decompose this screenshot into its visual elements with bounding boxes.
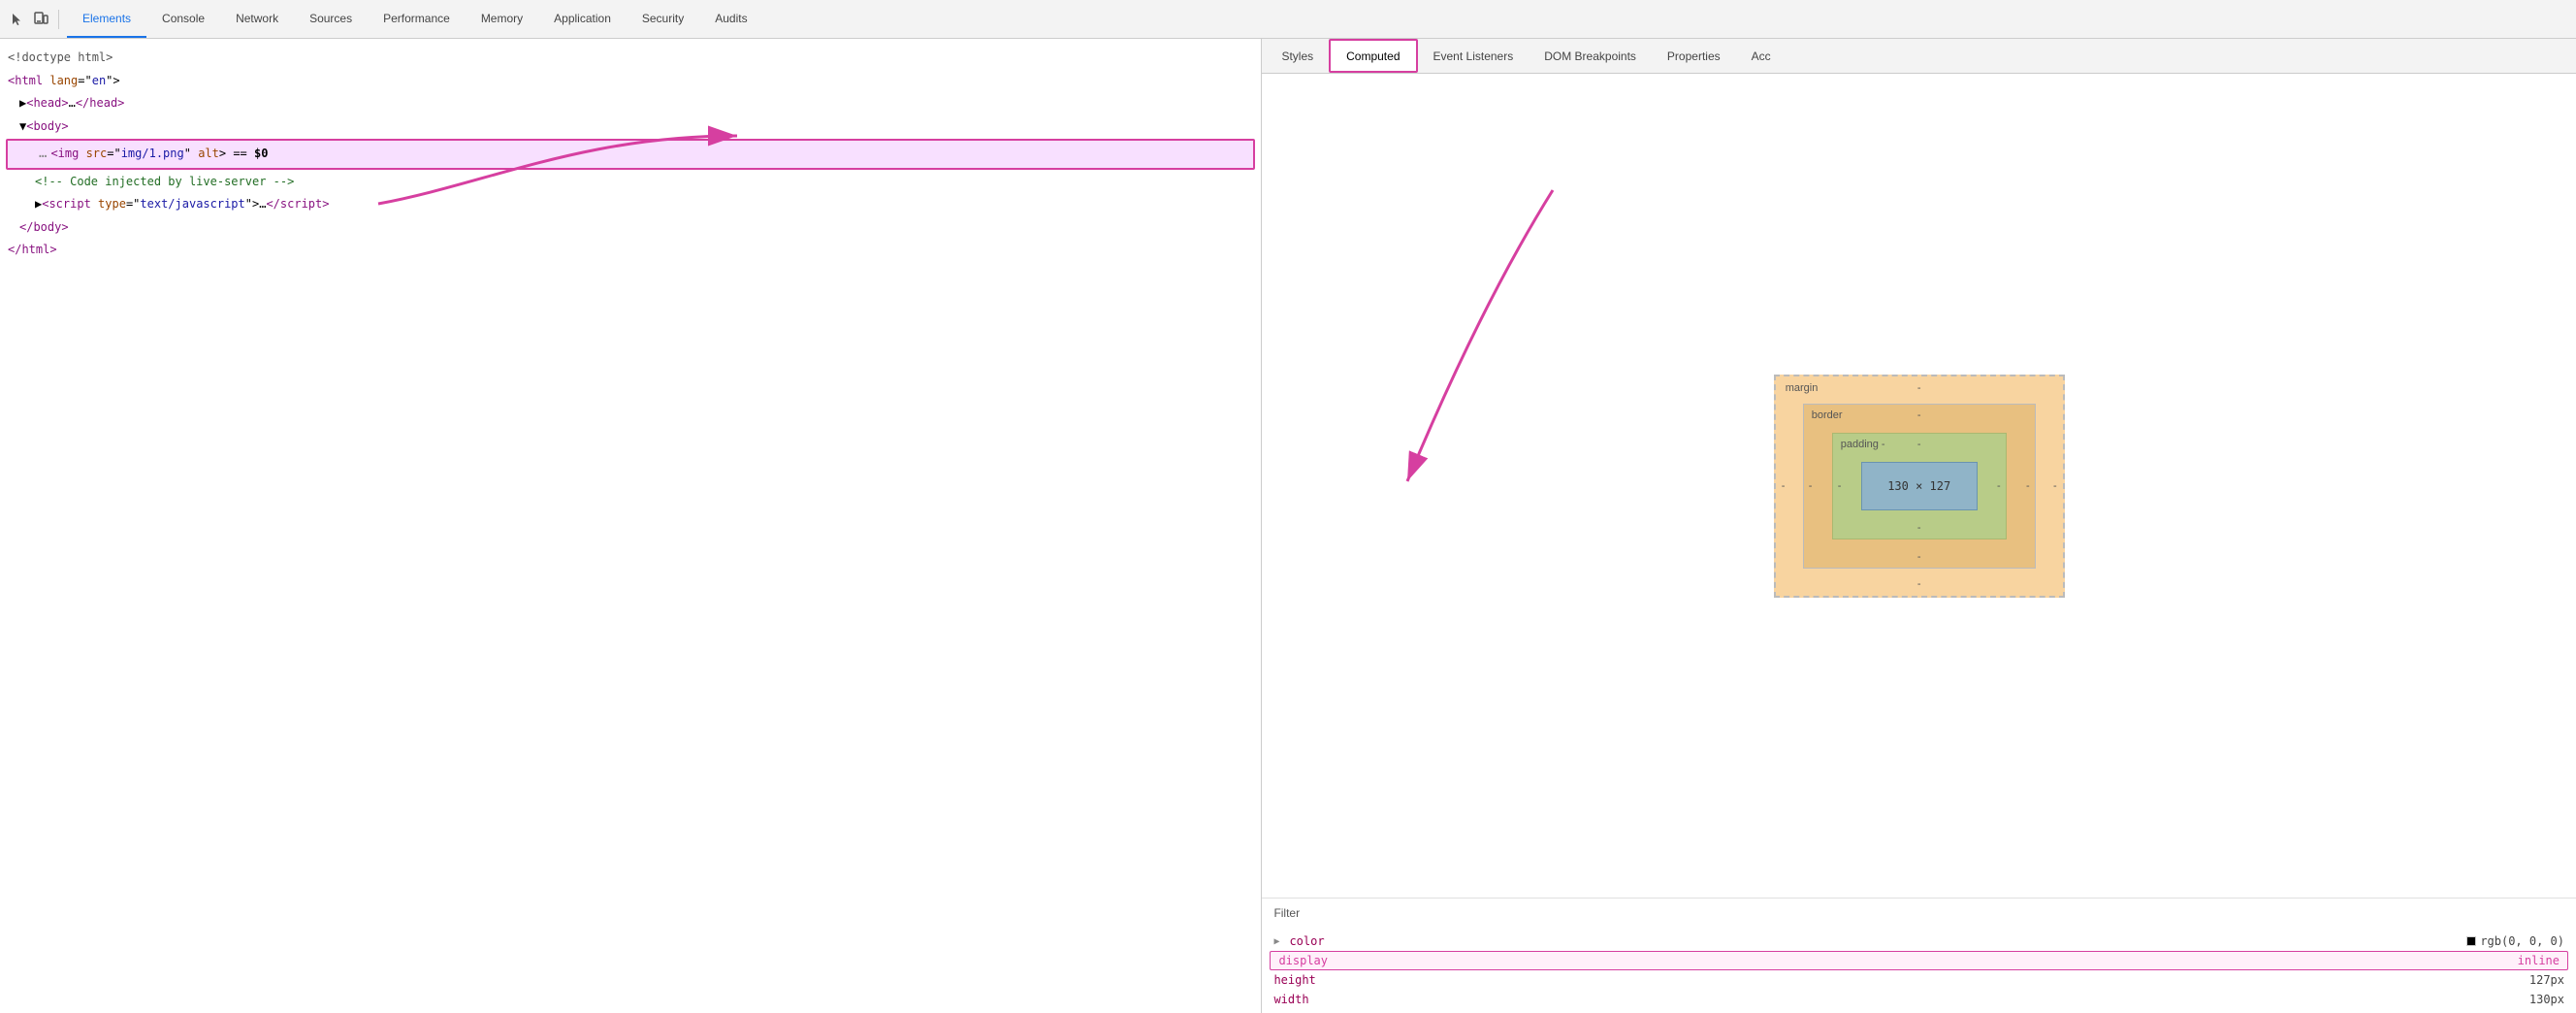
- border-label: border: [1812, 409, 1843, 421]
- prop-name-height: height: [1273, 973, 1901, 987]
- content-box: 130 × 127: [1861, 462, 1978, 510]
- padding-bottom-value: -: [1917, 522, 1921, 534]
- elements-panel: <!doctype html> <html lang="en"> ▶ <head…: [0, 39, 1262, 1013]
- tab-console[interactable]: Console: [146, 0, 220, 38]
- margin-top-value: -: [1917, 382, 1921, 394]
- padding-right-value: -: [1997, 480, 2001, 492]
- margin-bottom-value: -: [1917, 578, 1921, 590]
- body-open-line[interactable]: ▼ <body>: [4, 115, 1257, 139]
- prop-row-width[interactable]: width 130px: [1262, 990, 2576, 1009]
- sub-tab-computed[interactable]: Computed: [1329, 39, 1417, 73]
- margin-right-value: -: [2053, 480, 2057, 492]
- tab-sources[interactable]: Sources: [294, 0, 368, 38]
- toolbar-icons: [8, 10, 59, 29]
- padding-label: padding -: [1841, 439, 1885, 450]
- sub-tab-accessibility[interactable]: Acc: [1736, 39, 1787, 73]
- filter-area: Filter: [1262, 898, 2576, 928]
- device-icon[interactable]: [31, 10, 50, 29]
- main-tabs: Elements Console Network Sources Perform…: [67, 0, 2568, 38]
- prop-value-display: inline: [2518, 954, 2560, 967]
- sub-tab-styles[interactable]: Styles: [1266, 39, 1329, 73]
- devtools-toolbar: Elements Console Network Sources Perform…: [0, 0, 2576, 39]
- filter-label: Filter: [1273, 906, 1300, 920]
- prop-row-display[interactable]: display inline: [1270, 951, 2568, 970]
- margin-label: margin: [1786, 382, 1819, 394]
- img-line[interactable]: … <img src="img/1.png" alt> == $0: [6, 139, 1255, 169]
- box-model-area: margin - - - - border - - - -: [1262, 74, 2576, 898]
- comment-line[interactable]: <!-- Code injected by live-server -->: [4, 171, 1257, 194]
- tab-application[interactable]: Application: [538, 0, 627, 38]
- sub-tab-event-listeners[interactable]: Event Listeners: [1418, 39, 1530, 73]
- computed-panel: Styles Computed Event Listeners DOM Brea…: [1262, 39, 2576, 1013]
- tab-network[interactable]: Network: [220, 0, 294, 38]
- html-close-line[interactable]: </html>: [4, 239, 1257, 262]
- elements-content: <!doctype html> <html lang="en"> ▶ <head…: [0, 39, 1261, 1013]
- border-top-value: -: [1917, 409, 1921, 421]
- prop-name-color: color: [1289, 934, 1878, 948]
- script-line[interactable]: ▶ <script type="text/javascript">…</scri…: [4, 193, 1257, 216]
- tab-security[interactable]: Security: [627, 0, 699, 38]
- prop-toggle-color[interactable]: ▶: [1273, 936, 1285, 947]
- padding-left-value: -: [1838, 480, 1842, 492]
- sub-tabs: Styles Computed Event Listeners DOM Brea…: [1262, 39, 2576, 74]
- html-open-line[interactable]: <html lang="en">: [4, 70, 1257, 93]
- color-swatch-black: [2466, 936, 2476, 946]
- border-left-value: -: [1809, 480, 1813, 492]
- padding-top-value: -: [1917, 439, 1921, 450]
- prop-name-width: width: [1273, 993, 1901, 1006]
- border-right-value: -: [2026, 480, 2030, 492]
- doctype-line[interactable]: <!doctype html>: [4, 47, 1257, 70]
- border-bottom-value: -: [1917, 551, 1921, 563]
- head-line[interactable]: ▶ <head> … </head>: [4, 92, 1257, 115]
- prop-row-color[interactable]: ▶ color rgb(0, 0, 0): [1262, 931, 2576, 951]
- sub-tab-dom-breakpoints[interactable]: DOM Breakpoints: [1529, 39, 1652, 73]
- prop-value-width: 130px: [2529, 993, 2564, 1006]
- tab-audits[interactable]: Audits: [699, 0, 762, 38]
- box-model-diagram: margin - - - - border - - - -: [1774, 375, 2065, 598]
- body-close-line[interactable]: </body>: [4, 216, 1257, 240]
- prop-value-color: rgb(0, 0, 0): [2480, 934, 2564, 948]
- devtools-window: Elements Console Network Sources Perform…: [0, 0, 2576, 1013]
- css-properties: ▶ color rgb(0, 0, 0) display inline heig…: [1262, 928, 2576, 1013]
- prop-row-height[interactable]: height 127px: [1262, 970, 2576, 990]
- sub-tab-properties[interactable]: Properties: [1652, 39, 1736, 73]
- tab-elements[interactable]: Elements: [67, 0, 146, 38]
- content-size: 130 × 127: [1887, 479, 1950, 493]
- margin-left-value: -: [1782, 480, 1786, 492]
- prop-value-height: 127px: [2529, 973, 2564, 987]
- cursor-icon[interactable]: [8, 10, 27, 29]
- devtools-main: <!doctype html> <html lang="en"> ▶ <head…: [0, 39, 2576, 1013]
- prop-name-display: display: [1278, 954, 1898, 967]
- tab-performance[interactable]: Performance: [368, 0, 466, 38]
- tab-memory[interactable]: Memory: [466, 0, 538, 38]
